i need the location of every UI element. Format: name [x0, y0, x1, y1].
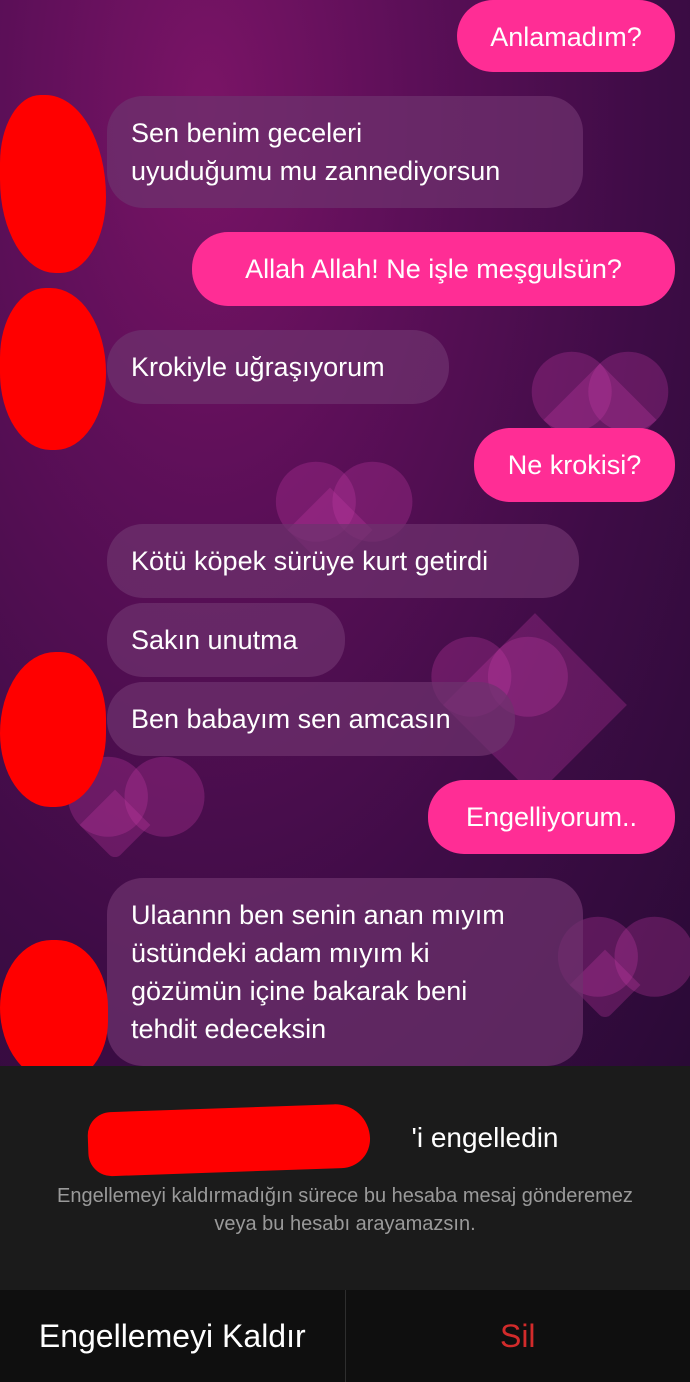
action-bar: Engellemeyi Kaldır Sil — [0, 1290, 690, 1382]
message-outgoing[interactable]: Anlamadım? — [457, 0, 675, 72]
heart-decoration — [79, 789, 151, 861]
message-incoming[interactable]: Kötü köpek sürüye kurt getirdi — [107, 524, 579, 598]
chat-thread[interactable]: Anlamadım? Sen benim geceleri uyuduğumu … — [0, 0, 690, 1066]
message-outgoing[interactable]: Allah Allah! Ne işle meşgulsün? — [192, 232, 675, 306]
avatar-redaction — [0, 652, 106, 807]
message-outgoing[interactable]: Engelliyorum.. — [428, 780, 675, 854]
message-incoming[interactable]: Ulaannn ben senin anan mıyım üstündeki a… — [107, 878, 583, 1066]
avatar-redaction — [0, 288, 106, 450]
message-incoming[interactable]: Ben babayım sen amcasın — [107, 682, 515, 756]
delete-button[interactable]: Sil — [346, 1290, 690, 1382]
username-redaction — [86, 1103, 372, 1177]
blocked-description: Engellemeyi kaldırmadığın sürece bu hesa… — [57, 1185, 633, 1235]
blocked-sheet: 'i engelledin Engellemeyi kaldırmadığın … — [0, 1066, 690, 1292]
blocked-title-suffix: 'i engelledin — [411, 1122, 559, 1153]
message-outgoing[interactable]: Ne krokisi? — [474, 428, 675, 502]
unblock-button[interactable]: Engellemeyi Kaldır — [0, 1290, 346, 1382]
message-incoming[interactable]: Krokiyle uğraşıyorum — [107, 330, 449, 404]
message-incoming[interactable]: Sen benim geceleri uyuduğumu mu zannediy… — [107, 96, 583, 208]
avatar-redaction — [0, 95, 106, 273]
message-incoming[interactable]: Sakın unutma — [107, 603, 345, 677]
avatar-redaction — [0, 940, 108, 1066]
